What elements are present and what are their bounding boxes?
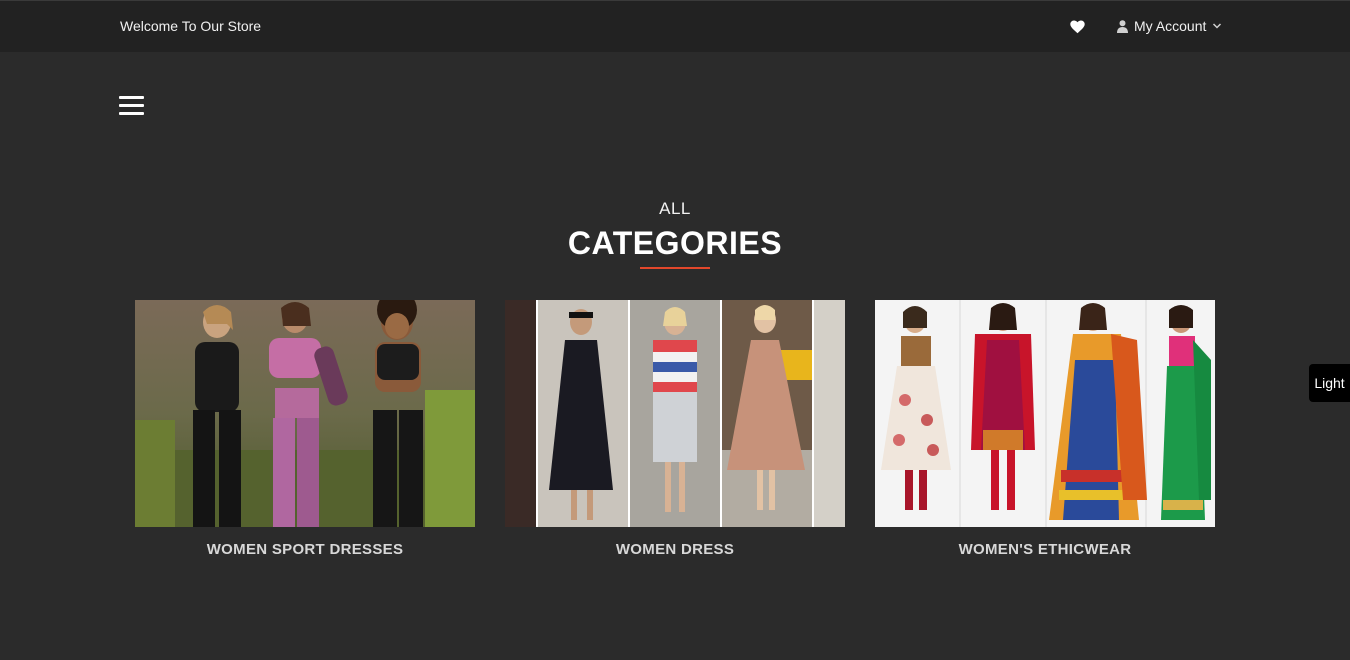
top-bar: Welcome To Our Store My Account (0, 0, 1350, 52)
theme-toggle-button[interactable]: Light (1309, 364, 1350, 402)
heart-icon[interactable] (1070, 20, 1086, 36)
page: Welcome To Our Store My Account ALL CATE… (0, 0, 1350, 660)
category-label[interactable]: WOMEN DRESS (505, 541, 845, 558)
section-title: CATEGORIES (567, 225, 783, 261)
my-account-label: My Account (1134, 18, 1207, 34)
category-image-dress[interactable] (505, 300, 845, 527)
hamburger-menu-icon[interactable] (119, 96, 145, 116)
my-account-menu[interactable]: My Account (1117, 18, 1222, 34)
chevron-down-icon (1212, 22, 1222, 30)
category-image-ethnicwear[interactable] (875, 300, 1215, 527)
category-card-sport[interactable]: WOMEN SPORT DRESSES (135, 300, 475, 558)
welcome-text: Welcome To Our Store (120, 18, 262, 34)
category-card-dress[interactable]: WOMEN DRESS (505, 300, 845, 558)
category-label[interactable]: WOMEN'S ETHICWEAR (875, 541, 1215, 558)
category-card-ethnicwear[interactable]: WOMEN'S ETHICWEAR (875, 300, 1215, 558)
category-image-sport[interactable] (135, 300, 475, 527)
section-subtitle: ALL (659, 199, 691, 218)
user-icon (1117, 19, 1128, 33)
category-label[interactable]: WOMEN SPORT DRESSES (135, 541, 475, 558)
title-underline (640, 267, 710, 269)
